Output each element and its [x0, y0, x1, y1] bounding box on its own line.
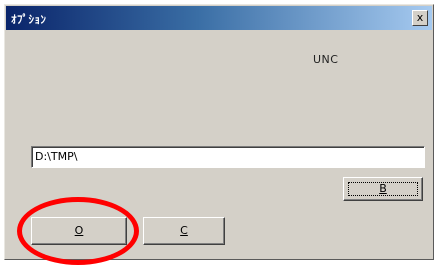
options-dialog: ｵﾌﾟｼｮﾝ x UNC D:\TMP\ B O C: [4, 4, 434, 265]
focus-rectangle: [348, 182, 418, 196]
cancel-button[interactable]: C: [143, 217, 225, 245]
path-input[interactable]: D:\TMP\: [31, 146, 425, 168]
close-icon: x: [416, 11, 424, 24]
window-title: ｵﾌﾟｼｮﾝ: [11, 13, 47, 26]
unc-label: UNC: [313, 53, 339, 66]
close-button[interactable]: x: [412, 10, 428, 26]
browse-button[interactable]: B: [343, 177, 423, 201]
cancel-button-label: C: [180, 224, 188, 237]
title-bar[interactable]: ｵﾌﾟｼｮﾝ x: [6, 6, 432, 30]
red-highlight-circle: [17, 197, 139, 265]
